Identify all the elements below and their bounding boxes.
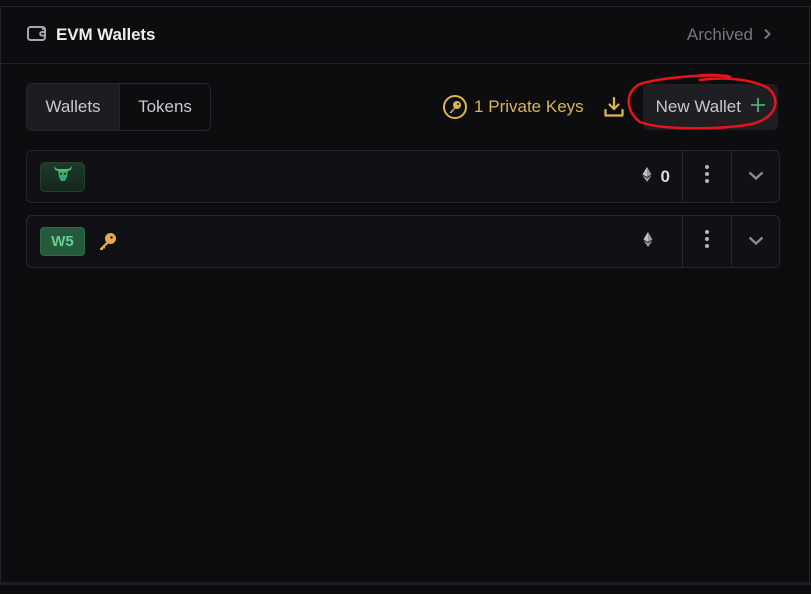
wallet-badge[interactable]: W5 xyxy=(40,227,85,256)
toolbar-actions: 1 Private Keys New Wallet xyxy=(443,84,778,130)
wallet-row[interactable]: W5 xyxy=(26,215,780,268)
archived-label: Archived xyxy=(686,25,753,44)
wallet-badge[interactable] xyxy=(40,161,85,192)
wallet-menu-button[interactable] xyxy=(682,216,731,267)
new-wallet-label: New Wallet xyxy=(655,97,741,116)
download-icon[interactable] xyxy=(603,96,625,118)
bull-icon xyxy=(52,165,74,188)
wallet-expand-button[interactable] xyxy=(731,151,779,202)
wallet-expand-button[interactable] xyxy=(731,216,779,267)
wallet-row-left xyxy=(27,161,642,192)
key-icon xyxy=(98,232,117,251)
key-circle-icon xyxy=(443,95,468,119)
tab-wallets-label: Wallets xyxy=(45,97,101,116)
header-title-group: EVM Wallets xyxy=(27,24,155,47)
panel-header: EVM Wallets Archived xyxy=(1,7,809,64)
evm-wallets-panel: EVM Wallets Archived Wallets Tokens 1 Pr… xyxy=(0,6,810,583)
plus-icon xyxy=(750,97,766,118)
balance-value: 0 xyxy=(660,166,670,186)
tab-tokens-label: Tokens xyxy=(138,97,192,116)
wallet-icon xyxy=(27,24,47,47)
wallet-row[interactable]: 0 xyxy=(26,150,780,203)
wallets-toolbar: Wallets Tokens 1 Private Keys New Wallet xyxy=(26,83,778,131)
wallet-balance xyxy=(643,231,682,252)
chevron-right-icon xyxy=(763,25,771,45)
page-title: EVM Wallets xyxy=(56,25,156,44)
tab-tokens[interactable]: Tokens xyxy=(120,84,210,130)
bottom-divider xyxy=(0,582,811,585)
private-keys-button[interactable]: 1 Private Keys xyxy=(443,95,584,119)
wallet-row-left: W5 xyxy=(27,227,643,256)
chevron-down-icon xyxy=(748,168,764,186)
wallet-menu-button[interactable] xyxy=(682,151,731,202)
more-vertical-icon xyxy=(705,230,709,253)
ethereum-icon xyxy=(642,166,652,187)
wallet-badge-text: W5 xyxy=(51,233,74,250)
tab-wallets[interactable]: Wallets xyxy=(27,84,120,130)
wallet-balance: 0 xyxy=(642,166,682,187)
chevron-down-icon xyxy=(748,233,764,251)
private-keys-label: 1 Private Keys xyxy=(474,97,584,116)
more-vertical-icon xyxy=(705,165,709,188)
archived-link[interactable]: Archived xyxy=(687,25,771,45)
view-tabs: Wallets Tokens xyxy=(26,83,211,131)
new-wallet-button[interactable]: New Wallet xyxy=(642,84,778,130)
ethereum-icon xyxy=(643,231,653,252)
